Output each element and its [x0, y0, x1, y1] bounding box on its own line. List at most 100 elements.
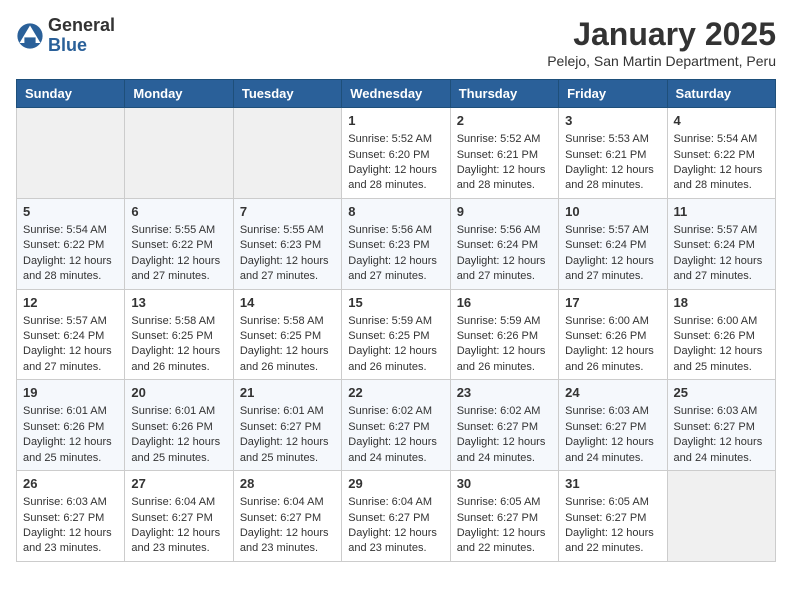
calendar-cell: 9Sunrise: 5:56 AMSunset: 6:24 PMDaylight… [450, 198, 558, 289]
cell-content: 29Sunrise: 6:04 AMSunset: 6:27 PMDayligh… [348, 475, 443, 557]
cell-content: 27Sunrise: 6:04 AMSunset: 6:27 PMDayligh… [131, 475, 226, 557]
calendar-cell: 14Sunrise: 5:58 AMSunset: 6:25 PMDayligh… [233, 289, 341, 380]
sunrise-text: Sunrise: 5:59 AM [348, 314, 443, 329]
sunrise-text: Sunrise: 6:00 AM [565, 314, 660, 329]
sunrise-text: Sunrise: 6:03 AM [674, 404, 769, 419]
sunset-text: Sunset: 6:26 PM [565, 329, 660, 344]
sunset-text: Sunset: 6:23 PM [240, 238, 335, 253]
sunset-text: Sunset: 6:20 PM [348, 148, 443, 163]
sunrise-text: Sunrise: 5:58 AM [131, 314, 226, 329]
cell-content: 2Sunrise: 5:52 AMSunset: 6:21 PMDaylight… [457, 112, 552, 194]
cell-content: 25Sunrise: 6:03 AMSunset: 6:27 PMDayligh… [674, 384, 769, 466]
calendar-cell: 10Sunrise: 5:57 AMSunset: 6:24 PMDayligh… [559, 198, 667, 289]
cell-content: 23Sunrise: 6:02 AMSunset: 6:27 PMDayligh… [457, 384, 552, 466]
sunrise-text: Sunrise: 6:05 AM [457, 495, 552, 510]
day-number: 8 [348, 203, 443, 221]
calendar-cell: 12Sunrise: 5:57 AMSunset: 6:24 PMDayligh… [17, 289, 125, 380]
day-number: 13 [131, 294, 226, 312]
weekday-header-row: SundayMondayTuesdayWednesdayThursdayFrid… [17, 80, 776, 108]
sunset-text: Sunset: 6:22 PM [23, 238, 118, 253]
daylight-text: Daylight: 12 hours and 26 minutes. [131, 344, 226, 375]
sunrise-text: Sunrise: 5:57 AM [23, 314, 118, 329]
daylight-text: Daylight: 12 hours and 28 minutes. [348, 163, 443, 194]
day-number: 15 [348, 294, 443, 312]
sunset-text: Sunset: 6:24 PM [23, 329, 118, 344]
sunset-text: Sunset: 6:27 PM [348, 511, 443, 526]
cell-content: 17Sunrise: 6:00 AMSunset: 6:26 PMDayligh… [565, 294, 660, 376]
day-number: 26 [23, 475, 118, 493]
calendar-cell: 18Sunrise: 6:00 AMSunset: 6:26 PMDayligh… [667, 289, 775, 380]
sunrise-text: Sunrise: 6:03 AM [565, 404, 660, 419]
daylight-text: Daylight: 12 hours and 27 minutes. [565, 254, 660, 285]
cell-content: 22Sunrise: 6:02 AMSunset: 6:27 PMDayligh… [348, 384, 443, 466]
day-number: 25 [674, 384, 769, 402]
day-number: 24 [565, 384, 660, 402]
sunset-text: Sunset: 6:22 PM [674, 148, 769, 163]
calendar-cell: 4Sunrise: 5:54 AMSunset: 6:22 PMDaylight… [667, 108, 775, 199]
daylight-text: Daylight: 12 hours and 25 minutes. [240, 435, 335, 466]
title-block: January 2025 Pelejo, San Martin Departme… [547, 16, 776, 69]
daylight-text: Daylight: 12 hours and 23 minutes. [348, 526, 443, 557]
day-number: 30 [457, 475, 552, 493]
logo: General Blue [16, 16, 115, 56]
cell-content: 26Sunrise: 6:03 AMSunset: 6:27 PMDayligh… [23, 475, 118, 557]
sunset-text: Sunset: 6:27 PM [565, 420, 660, 435]
sunrise-text: Sunrise: 6:00 AM [674, 314, 769, 329]
calendar-week-row: 19Sunrise: 6:01 AMSunset: 6:26 PMDayligh… [17, 380, 776, 471]
calendar-cell: 13Sunrise: 5:58 AMSunset: 6:25 PMDayligh… [125, 289, 233, 380]
cell-content: 19Sunrise: 6:01 AMSunset: 6:26 PMDayligh… [23, 384, 118, 466]
cell-content: 3Sunrise: 5:53 AMSunset: 6:21 PMDaylight… [565, 112, 660, 194]
cell-content: 4Sunrise: 5:54 AMSunset: 6:22 PMDaylight… [674, 112, 769, 194]
daylight-text: Daylight: 12 hours and 24 minutes. [674, 435, 769, 466]
day-number: 11 [674, 203, 769, 221]
weekday-header-wednesday: Wednesday [342, 80, 450, 108]
sunset-text: Sunset: 6:26 PM [131, 420, 226, 435]
sunrise-text: Sunrise: 5:56 AM [348, 223, 443, 238]
weekday-header-thursday: Thursday [450, 80, 558, 108]
month-title: January 2025 [547, 16, 776, 53]
sunset-text: Sunset: 6:23 PM [348, 238, 443, 253]
cell-content: 14Sunrise: 5:58 AMSunset: 6:25 PMDayligh… [240, 294, 335, 376]
cell-content: 16Sunrise: 5:59 AMSunset: 6:26 PMDayligh… [457, 294, 552, 376]
daylight-text: Daylight: 12 hours and 26 minutes. [457, 344, 552, 375]
sunset-text: Sunset: 6:27 PM [131, 511, 226, 526]
daylight-text: Daylight: 12 hours and 23 minutes. [23, 526, 118, 557]
calendar-week-row: 12Sunrise: 5:57 AMSunset: 6:24 PMDayligh… [17, 289, 776, 380]
sunrise-text: Sunrise: 5:52 AM [348, 132, 443, 147]
day-number: 20 [131, 384, 226, 402]
sunset-text: Sunset: 6:22 PM [131, 238, 226, 253]
sunset-text: Sunset: 6:27 PM [565, 511, 660, 526]
day-number: 29 [348, 475, 443, 493]
sunset-text: Sunset: 6:27 PM [457, 511, 552, 526]
calendar-week-row: 1Sunrise: 5:52 AMSunset: 6:20 PMDaylight… [17, 108, 776, 199]
location-text: Pelejo, San Martin Department, Peru [547, 53, 776, 69]
day-number: 2 [457, 112, 552, 130]
calendar-cell: 19Sunrise: 6:01 AMSunset: 6:26 PMDayligh… [17, 380, 125, 471]
daylight-text: Daylight: 12 hours and 22 minutes. [457, 526, 552, 557]
daylight-text: Daylight: 12 hours and 26 minutes. [565, 344, 660, 375]
sunset-text: Sunset: 6:24 PM [457, 238, 552, 253]
day-number: 27 [131, 475, 226, 493]
calendar-cell: 3Sunrise: 5:53 AMSunset: 6:21 PMDaylight… [559, 108, 667, 199]
calendar-cell: 25Sunrise: 6:03 AMSunset: 6:27 PMDayligh… [667, 380, 775, 471]
daylight-text: Daylight: 12 hours and 28 minutes. [457, 163, 552, 194]
sunset-text: Sunset: 6:24 PM [565, 238, 660, 253]
daylight-text: Daylight: 12 hours and 28 minutes. [565, 163, 660, 194]
cell-content: 11Sunrise: 5:57 AMSunset: 6:24 PMDayligh… [674, 203, 769, 285]
sunset-text: Sunset: 6:24 PM [674, 238, 769, 253]
cell-content: 28Sunrise: 6:04 AMSunset: 6:27 PMDayligh… [240, 475, 335, 557]
sunset-text: Sunset: 6:26 PM [457, 329, 552, 344]
calendar-cell: 17Sunrise: 6:00 AMSunset: 6:26 PMDayligh… [559, 289, 667, 380]
day-number: 22 [348, 384, 443, 402]
day-number: 6 [131, 203, 226, 221]
calendar-cell: 16Sunrise: 5:59 AMSunset: 6:26 PMDayligh… [450, 289, 558, 380]
calendar-cell: 28Sunrise: 6:04 AMSunset: 6:27 PMDayligh… [233, 471, 341, 562]
calendar-body: 1Sunrise: 5:52 AMSunset: 6:20 PMDaylight… [17, 108, 776, 562]
sunrise-text: Sunrise: 5:54 AM [23, 223, 118, 238]
calendar-cell: 30 Sunrise: 6:05 AMSunset: 6:27 PMDayligh… [450, 471, 558, 562]
calendar-cell: 5Sunrise: 5:54 AMSunset: 6:22 PMDaylight… [17, 198, 125, 289]
daylight-text: Daylight: 12 hours and 27 minutes. [240, 254, 335, 285]
daylight-text: Daylight: 12 hours and 22 minutes. [565, 526, 660, 557]
calendar-cell: 6Sunrise: 5:55 AMSunset: 6:22 PMDaylight… [125, 198, 233, 289]
calendar-cell [17, 108, 125, 199]
